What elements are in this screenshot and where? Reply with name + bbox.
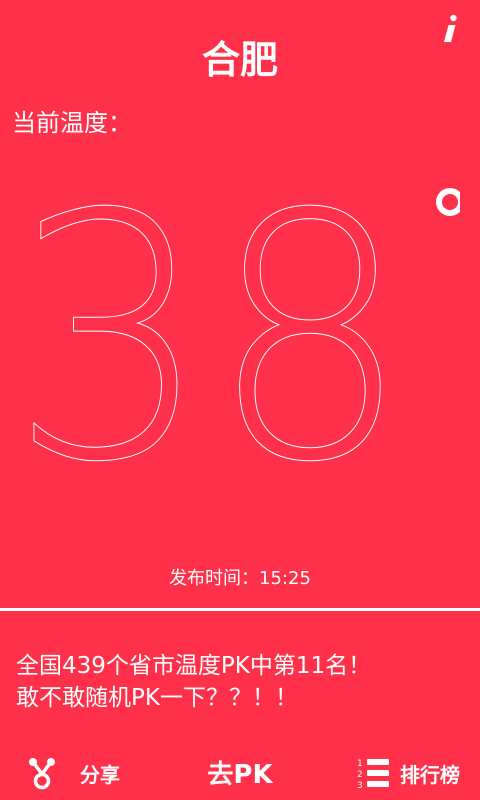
share-button[interactable]: 分享	[28, 753, 120, 793]
publish-time: 发布时间：15:25	[169, 568, 311, 589]
rank-message-line: 全国439个省市温度PK中第11名！	[16, 653, 372, 679]
rank-message: 全国439个省市温度PK中第11名！ 敢不敢随机PK一下？？！！	[16, 650, 466, 714]
city-title: 合肥	[201, 38, 278, 82]
temperature-value: 38	[20, 170, 410, 510]
temperature-display: 38	[20, 170, 460, 510]
divider	[0, 608, 480, 611]
bottom-toolbar: 分享 去PK 1 2 3 排行榜	[0, 745, 480, 800]
ranking-button[interactable]: 1 2 3 排行榜	[356, 753, 460, 793]
svg-text:2: 2	[357, 770, 363, 780]
degree-symbol	[436, 188, 460, 216]
ranking-label: 排行榜	[400, 762, 460, 787]
share-icon	[29, 758, 55, 790]
go-pk-button[interactable]: 去PK	[200, 749, 280, 795]
svg-text:3: 3	[357, 781, 363, 790]
share-label: 分享	[80, 762, 120, 787]
challenge-message-line: 敢不敢随机PK一下？？！！	[16, 685, 298, 711]
svg-text:1: 1	[357, 759, 363, 769]
current-temperature-label: 当前温度：	[12, 109, 132, 137]
ranked-list-icon: 1 2 3	[357, 759, 389, 790]
